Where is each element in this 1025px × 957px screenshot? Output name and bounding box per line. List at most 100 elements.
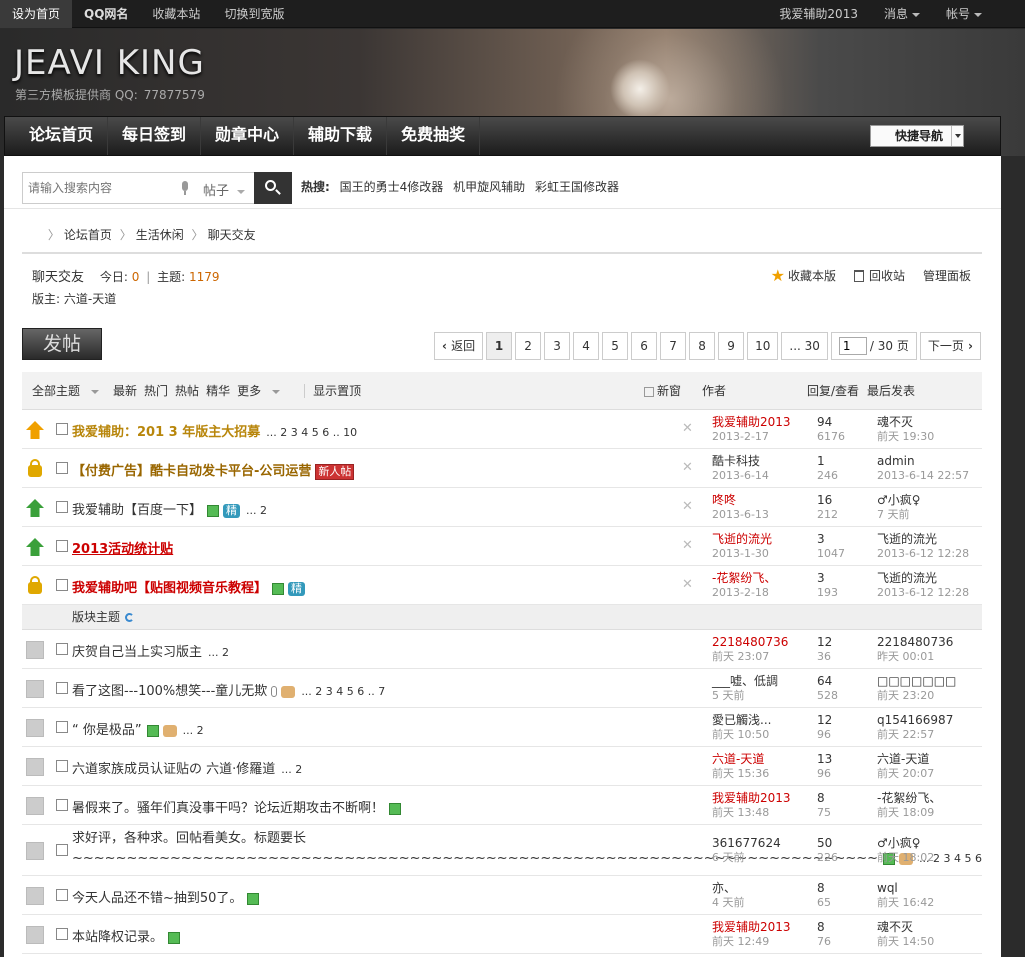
last-post-time[interactable]: 前天 14:50 [877, 935, 982, 949]
qq-nickname-link[interactable]: QQ网名 [72, 0, 140, 28]
last-post-user[interactable]: ♂小疯♀ [877, 492, 982, 508]
search-type-select[interactable]: 帖子 [203, 180, 246, 199]
close-icon[interactable]: ✕ [682, 538, 693, 553]
last-post-user[interactable]: q154166987 [877, 712, 982, 728]
recycle-bin-button[interactable]: 回收站 [853, 266, 905, 285]
last-post-user[interactable]: 魂不灭 [877, 414, 982, 430]
thread-title-link[interactable]: “ 你是极品” [72, 723, 142, 738]
thread-title-link[interactable]: 六道家族成员认证贴の 六道·修羅道 [72, 762, 275, 777]
thread-checkbox[interactable] [56, 721, 68, 733]
thread-pages[interactable]: ... 2 [281, 763, 302, 776]
nav-daily-checkin[interactable]: 每日签到 [108, 117, 202, 155]
author-name[interactable]: 361677624 [712, 835, 807, 851]
last-post-time[interactable]: 昨天 00:01 [877, 650, 982, 664]
last-post-time[interactable]: 前天 23:20 [877, 689, 982, 703]
thread-checkbox[interactable] [56, 889, 68, 901]
breadcrumb-chat[interactable]: 聊天交友 [208, 228, 256, 242]
last-post-user[interactable]: -花絮纷飞、 [877, 790, 982, 806]
thread-checkbox[interactable] [56, 682, 68, 694]
thread-pages[interactable]: ... 2 [183, 724, 204, 737]
last-post-time[interactable]: 7 天前 [877, 508, 982, 522]
search-button[interactable] [254, 172, 292, 204]
close-icon[interactable]: ✕ [682, 577, 693, 592]
back-button[interactable]: 返回 [433, 332, 484, 360]
page-link[interactable]: 8 [689, 332, 716, 360]
last-post-time[interactable]: 2013-6-12 12:28 [877, 586, 982, 600]
thread-title-link[interactable]: 看了这图---100%想笑---童儿无欺 [72, 684, 267, 699]
author-name[interactable]: 2218480736 [712, 634, 807, 650]
last-post-time[interactable]: 前天 18:09 [877, 806, 982, 820]
hot-search-link[interactable]: 国王的勇士4修改器 [340, 180, 444, 194]
author-name[interactable]: 我爱辅助2013 [712, 919, 807, 935]
page-link[interactable]: 6 [631, 332, 658, 360]
site-logo[interactable]: JEAVI KING [14, 43, 205, 83]
author-name[interactable]: 愛已觸浅... [712, 712, 807, 728]
last-post-time[interactable]: 前天 19:30 [877, 430, 982, 444]
thread-title-link[interactable]: 暑假来了。骚年们真没事干吗？论坛近期攻击不断啊！ [72, 801, 384, 816]
close-icon[interactable]: ✕ [682, 421, 693, 436]
thread-pages[interactable]: ... 2 3 4 5 6 .. 10 [266, 426, 357, 439]
filter-hot-posts[interactable]: 热帖 [175, 372, 199, 410]
author-name[interactable]: 飞逝的流光 [712, 531, 807, 547]
breadcrumb-life[interactable]: 生活休闲 [136, 228, 184, 242]
search-input[interactable] [28, 179, 168, 197]
filter-all-topics[interactable]: 全部主题 [32, 372, 106, 410]
thread-checkbox[interactable] [56, 799, 68, 811]
thread-checkbox[interactable] [56, 579, 68, 591]
last-post-time[interactable]: 前天 18:02 [877, 851, 982, 865]
thread-checkbox[interactable] [56, 928, 68, 940]
nav-free-lottery[interactable]: 免费抽奖 [387, 117, 481, 155]
author-name[interactable]: ___嘘、低調 [712, 673, 807, 689]
last-post-user[interactable]: wql [877, 880, 982, 896]
page-link[interactable]: 4 [573, 332, 600, 360]
page-link[interactable]: 10 [747, 332, 779, 360]
author-name[interactable]: 六道-天道 [712, 751, 807, 767]
filter-more[interactable]: 更多 [237, 372, 287, 410]
filter-digest[interactable]: 精华 [206, 372, 230, 410]
thread-title-link[interactable]: 庆贺自己当上实习版主 [72, 645, 202, 660]
home-icon[interactable] [22, 230, 36, 242]
author-name[interactable]: 亦、 [712, 880, 807, 896]
thread-checkbox[interactable] [56, 760, 68, 772]
last-post-user[interactable]: 魂不灭 [877, 919, 982, 935]
thread-checkbox[interactable] [56, 423, 68, 435]
thread-pages[interactable]: ... 2 [246, 504, 267, 517]
last-post-user[interactable]: 2218480736 [877, 634, 982, 650]
filter-latest[interactable]: 最新 [113, 372, 137, 410]
new-window-toggle[interactable]: 新窗 [644, 372, 681, 410]
thread-pages[interactable]: ... 2 [208, 646, 229, 659]
last-post-time[interactable]: 前天 20:07 [877, 767, 982, 781]
set-homepage-link[interactable]: 设为首页 [0, 0, 73, 28]
last-post-user[interactable]: 飞逝的流光 [877, 531, 982, 547]
last-post-time[interactable]: 2013-6-12 12:28 [877, 547, 982, 561]
admin-panel-button[interactable]: 管理面板 [923, 266, 971, 285]
thread-title-link[interactable]: 2013活动统计贴 [72, 542, 173, 557]
nav-medal-center[interactable]: 勋章中心 [201, 117, 295, 155]
page-link[interactable]: 5 [602, 332, 629, 360]
thread-checkbox[interactable] [56, 462, 68, 474]
close-icon[interactable]: ✕ [682, 460, 693, 475]
thread-checkbox[interactable] [56, 844, 68, 856]
nav-forum-home[interactable]: 论坛首页 [15, 117, 109, 155]
page-link[interactable]: 9 [718, 332, 745, 360]
author-name[interactable]: 我爱辅助2013 [712, 790, 807, 806]
hot-search-link[interactable]: 机甲旋风辅助 [453, 180, 525, 194]
thread-title-link[interactable]: 求好评，各种求。回帖看美女。标题要长 [72, 831, 306, 846]
new-post-button[interactable]: 发帖 [22, 328, 102, 360]
last-post-time[interactable]: 前天 16:42 [877, 896, 982, 910]
last-post-user[interactable]: 六道-天道 [877, 751, 982, 767]
page-link[interactable]: 2 [515, 332, 542, 360]
thread-title-link[interactable]: 我爱辅助：201 3 年版主大招募 [72, 425, 260, 440]
filter-show-sticky[interactable]: 显示置顶 [313, 372, 361, 410]
next-page-button[interactable]: 下一页 [919, 332, 981, 360]
last-post-time[interactable]: 前天 22:57 [877, 728, 982, 742]
messages-menu[interactable]: 消息 [871, 0, 933, 28]
author-name[interactable]: 酷卡科技 [712, 453, 807, 469]
thread-title-link[interactable]: 今天人品还不错~抽到50了。 [72, 891, 242, 906]
page-link[interactable]: ... 30 [781, 332, 828, 360]
page-link[interactable]: 3 [544, 332, 571, 360]
page-link[interactable]: 7 [660, 332, 687, 360]
microphone-icon[interactable] [181, 181, 189, 195]
last-post-user[interactable]: ♂小疯♀ [877, 835, 982, 851]
filter-hot[interactable]: 热门 [144, 372, 168, 410]
